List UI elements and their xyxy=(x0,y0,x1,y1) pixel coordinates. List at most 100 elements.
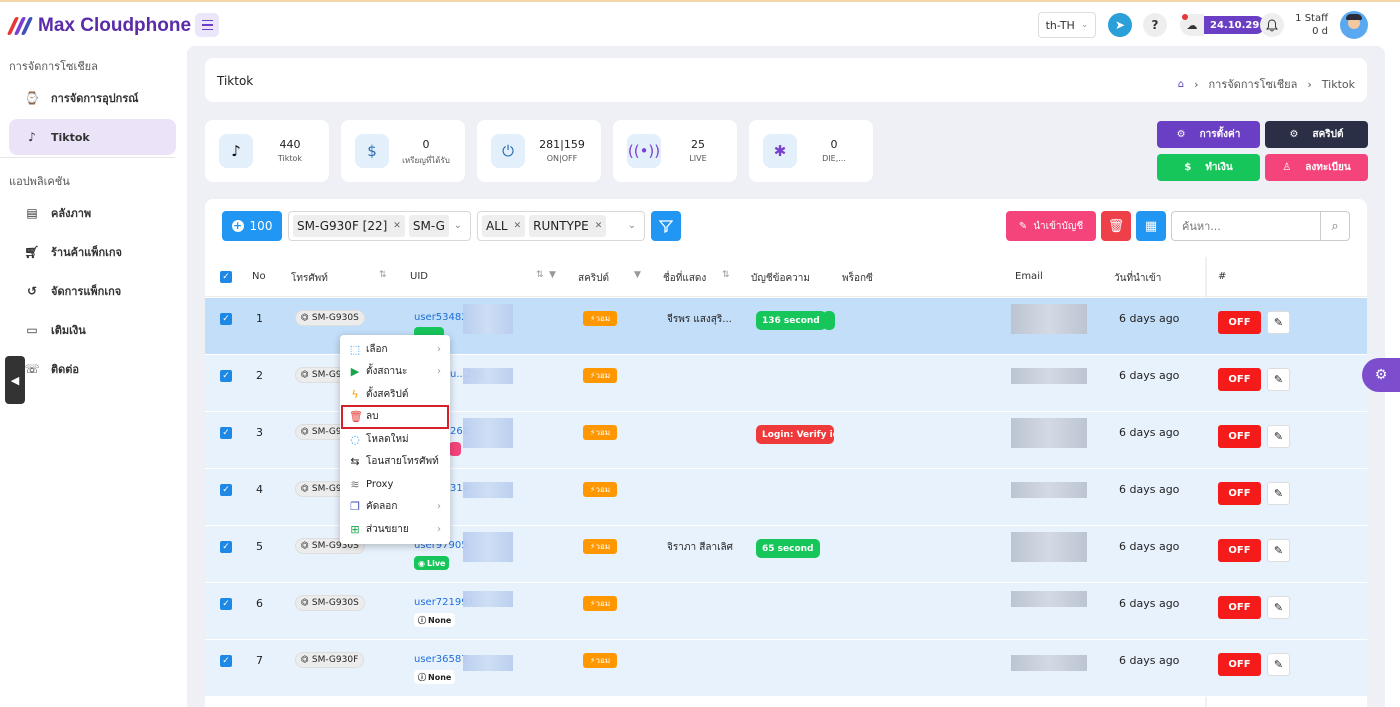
off-button[interactable]: OFF xyxy=(1218,368,1261,391)
search-input[interactable] xyxy=(1172,212,1320,240)
type-filter-select[interactable]: ALL ✕ RUNTYPE ✕ ⌄ xyxy=(477,211,645,241)
language-select[interactable]: th-TH ⌄ xyxy=(1038,12,1096,38)
col-import-date[interactable]: วันที่นำเข้า xyxy=(1114,271,1161,286)
sort-icon[interactable]: ⇅ xyxy=(536,270,544,280)
menu-item-transfer-phone[interactable]: ⇆ โอนสายโทรศัพท์ xyxy=(340,451,450,474)
menu-toggle-button[interactable] xyxy=(195,13,219,37)
off-button[interactable]: OFF xyxy=(1218,311,1261,334)
edit-icon[interactable]: ✎ xyxy=(1267,482,1290,505)
sidebar-collapse-handle[interactable]: ◀ xyxy=(5,356,25,404)
select-all-checkbox[interactable]: ✓ xyxy=(220,271,232,283)
edit-icon[interactable]: ✎ xyxy=(1267,425,1290,448)
sort-icon[interactable]: ⇅ xyxy=(722,270,730,280)
search-icon[interactable]: ⌕ xyxy=(1320,212,1349,240)
col-email[interactable]: Email xyxy=(1015,271,1043,282)
script-button[interactable]: ⚙ สคริปต์ xyxy=(1265,121,1368,148)
table-row[interactable]: ✓ 7 ⏣ SM-G930F user36587 ⓘ None ⚡︎ วอม 6 d… xyxy=(205,640,1367,697)
filter-chip[interactable]: SM-G xyxy=(408,215,449,237)
off-button[interactable]: OFF xyxy=(1218,482,1261,505)
script-tag[interactable]: ⚡︎ วอม xyxy=(583,368,617,383)
off-button[interactable]: OFF xyxy=(1218,596,1261,619)
edit-icon[interactable]: ✎ xyxy=(1267,368,1290,391)
version-badge[interactable]: ☁ 24.10.29 xyxy=(1180,14,1266,36)
logo[interactable]: Max Cloudphone xyxy=(6,15,191,37)
script-tag[interactable]: ⚡︎ วอม xyxy=(583,653,617,668)
close-icon[interactable]: ✕ xyxy=(393,221,401,231)
avatar[interactable] xyxy=(1340,11,1368,39)
bell-icon[interactable] xyxy=(1260,13,1284,37)
col-script[interactable]: สคริปต์ xyxy=(578,271,609,286)
breadcrumb-item[interactable]: การจัดการโซเชียล xyxy=(1208,75,1297,93)
uid-link[interactable]: user36587 xyxy=(414,654,468,665)
sidebar-item-tiktok[interactable]: ♪ Tiktok xyxy=(9,119,176,155)
device-filter-select[interactable]: SM-G930F [22] ✕ SM-G ⌄ xyxy=(288,211,471,241)
close-icon[interactable]: ✕ xyxy=(514,221,522,231)
sidebar-item-package-store[interactable]: 🛒︎ ร้านค้าแพ็กเกจ xyxy=(9,234,176,270)
off-button[interactable]: OFF xyxy=(1218,425,1261,448)
col-proxy[interactable]: พร็อกซี xyxy=(842,271,873,286)
menu-item-set-script[interactable]: ϟ ตั้งสคริปต์ xyxy=(340,383,450,406)
delete-button[interactable]: 🗑︎ xyxy=(1101,211,1131,241)
script-tag[interactable]: ⚡︎ วอม xyxy=(583,596,617,611)
filter-icon[interactable]: ▼ xyxy=(549,270,556,280)
row-checkbox[interactable]: ✓ xyxy=(220,484,232,496)
close-icon[interactable]: ✕ xyxy=(595,221,603,231)
edit-icon[interactable]: ✎ xyxy=(1267,596,1290,619)
uid-link[interactable]: user53482 xyxy=(414,312,468,323)
filter-chip[interactable]: ALL ✕ xyxy=(482,215,526,237)
table-row[interactable]: ✓ 6 ⏣ SM-G930S user721997 ⓘ None ⚡︎ วอม 6 … xyxy=(205,583,1367,640)
device-tag[interactable]: ⏣ SM-G930S xyxy=(295,310,365,326)
script-tag[interactable]: ⚡︎ วอม xyxy=(583,311,617,326)
row-checkbox[interactable]: ✓ xyxy=(220,370,232,382)
script-tag[interactable]: ⚡︎ วอม xyxy=(583,425,617,440)
edit-icon[interactable]: ✎ xyxy=(1267,311,1290,334)
off-button[interactable]: OFF xyxy=(1218,539,1261,562)
menu-item-proxy[interactable]: ≋ Proxy xyxy=(340,473,450,496)
script-tag[interactable]: ⚡︎ วอม xyxy=(583,482,617,497)
sidebar-item-topup[interactable]: ▭ เติมเงิน xyxy=(9,312,176,348)
row-checkbox[interactable]: ✓ xyxy=(220,598,232,610)
device-tag[interactable]: ⏣ SM-G930S xyxy=(295,595,365,611)
sidebar-item-devices[interactable]: ⌚ การจัดการอุปกรณ์ xyxy=(9,80,176,116)
sort-icon[interactable]: ⇅ xyxy=(379,270,387,280)
sidebar-item-gallery[interactable]: ▤ คลังภาพ xyxy=(9,195,176,231)
sidebar-item-manage-packages[interactable]: ↺ จัดการแพ็กเกจ xyxy=(9,273,176,309)
home-icon[interactable]: ⌂ xyxy=(1178,79,1184,90)
filter-chip[interactable]: RUNTYPE ✕ xyxy=(529,215,607,237)
edit-icon[interactable]: ✎ xyxy=(1267,653,1290,676)
menu-item-delete[interactable]: 🗑︎ ลบ xyxy=(341,404,449,429)
earn-money-button[interactable]: $ ทำเงิน xyxy=(1157,154,1260,181)
device-tag[interactable]: ⏣ SM-G930F xyxy=(295,652,365,668)
floating-settings-button[interactable]: ⚙ xyxy=(1362,358,1400,392)
register-button[interactable]: ♙ ลงทะเบียน xyxy=(1265,154,1368,181)
sidebar-item-contact[interactable]: ☏ ติดต่อ xyxy=(9,351,176,387)
menu-item-extension[interactable]: ⊞ ส่วนขยาย › xyxy=(340,518,450,541)
edit-icon[interactable]: ✎ xyxy=(1267,539,1290,562)
col-message-account[interactable]: บัญชีข้อความ xyxy=(751,271,810,286)
filter-icon[interactable]: ▼ xyxy=(634,270,641,280)
col-phone[interactable]: โทรศัพท์ xyxy=(291,271,328,286)
filter-chip[interactable]: SM-G930F [22] ✕ xyxy=(293,215,405,237)
menu-item-set-status[interactable]: ▶ ตั้งสถานะ › xyxy=(340,361,450,384)
script-tag[interactable]: ⚡︎ วอม xyxy=(583,539,617,554)
filter-button[interactable] xyxy=(651,211,681,241)
col-no[interactable]: No xyxy=(252,271,266,282)
off-button[interactable]: OFF xyxy=(1218,653,1261,676)
row-checkbox[interactable]: ✓ xyxy=(220,655,232,667)
import-accounts-button[interactable]: ✎ นำเข้าบัญชี xyxy=(1006,211,1096,241)
page-size-button[interactable]: + 100 xyxy=(222,211,282,241)
help-icon[interactable]: ? xyxy=(1143,13,1167,37)
menu-item-copy[interactable]: ❐ คัดลอก › xyxy=(340,496,450,519)
telegram-icon[interactable]: ➤ xyxy=(1108,13,1132,37)
col-uid[interactable]: UID xyxy=(410,271,428,282)
row-checkbox[interactable]: ✓ xyxy=(220,427,232,439)
col-display-name[interactable]: ชื่อที่แสดง xyxy=(663,271,706,286)
row-checkbox[interactable]: ✓ xyxy=(220,313,232,325)
row-checkbox[interactable]: ✓ xyxy=(220,541,232,553)
menu-item-select[interactable]: ⬚ เลือก › xyxy=(340,338,450,361)
settings-button[interactable]: ⚙ การตั้งค่า xyxy=(1157,121,1260,148)
redacted-uid xyxy=(463,482,513,498)
menu-item-reload[interactable]: ◌ โหลดใหม่ xyxy=(340,428,450,451)
table-view-button[interactable]: ▦ xyxy=(1136,211,1166,241)
status-badge: ◉ Live xyxy=(414,556,450,570)
